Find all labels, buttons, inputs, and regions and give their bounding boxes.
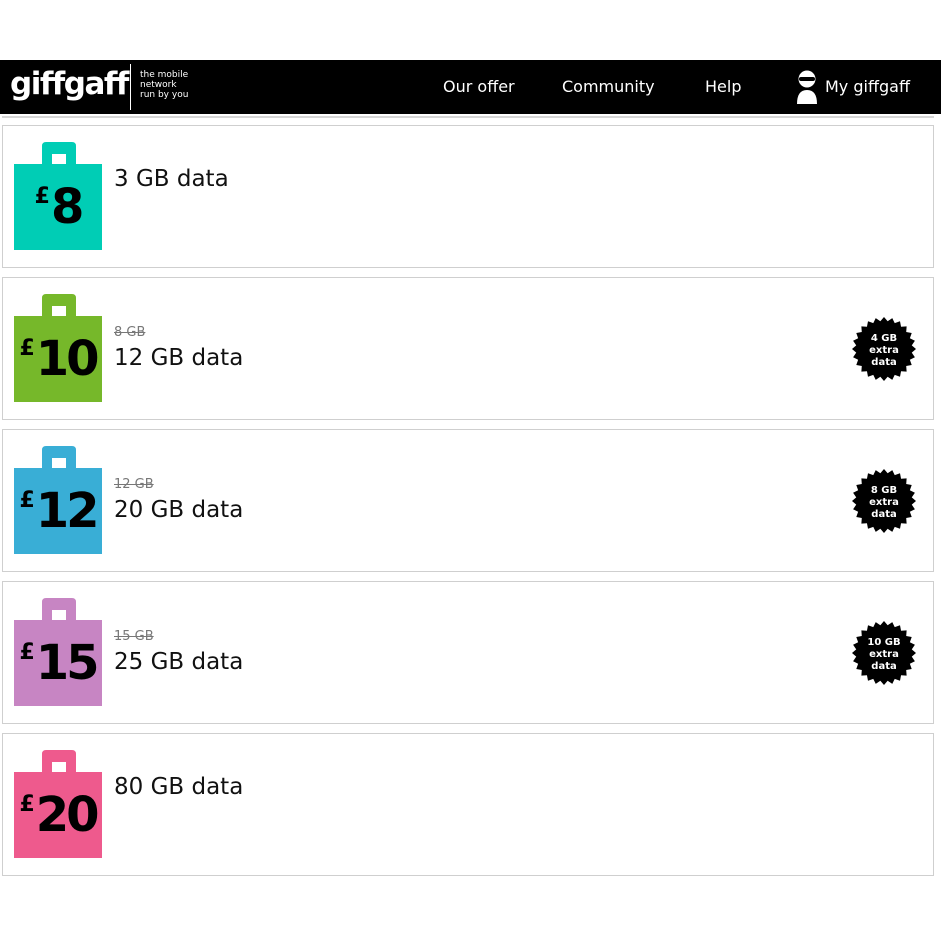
data-allowance: 80 GB data xyxy=(114,774,244,800)
plan-card[interactable]: £ 10 8 GB 12 GB data 4 GB extra data xyxy=(2,277,934,420)
currency-symbol: £ xyxy=(34,184,50,209)
badge-word-data: data xyxy=(871,661,897,672)
price-amount: 8 xyxy=(50,179,84,235)
user-avatar-icon xyxy=(795,70,819,104)
badge-word-extra: extra xyxy=(869,649,899,660)
plan-price: £ 20 xyxy=(14,778,102,852)
nav-our-offer[interactable]: Our offer xyxy=(443,76,515,98)
data-allowance: 12 GB data xyxy=(114,345,244,371)
price-bag-icon: £ 12 xyxy=(14,444,104,554)
tagline-line-2: network xyxy=(140,80,177,90)
price-bag-icon: £ 15 xyxy=(14,596,104,706)
currency-symbol: £ xyxy=(19,792,35,817)
plan-price: £ 10 xyxy=(14,322,102,396)
badge-word-extra: extra xyxy=(869,345,899,356)
price-bag-icon: £ 20 xyxy=(14,748,104,858)
plan-card[interactable]: £ 12 12 GB 20 GB data 8 GB extra data xyxy=(2,429,934,572)
top-navbar: giffgaff the mobile network run by you O… xyxy=(0,60,941,114)
price-bag-icon: £ 8 xyxy=(14,140,104,250)
plan-price: £ 15 xyxy=(14,626,102,700)
price-bag-icon: £ 10 xyxy=(14,292,104,402)
extra-data-badge: 4 GB extra data xyxy=(851,316,917,382)
plan-card[interactable]: £ 15 15 GB 25 GB data 10 GB extra data xyxy=(2,581,934,724)
badge-amount: 10 GB xyxy=(867,637,901,648)
previous-data-allowance: 12 GB xyxy=(114,477,154,492)
nav-my-giffgaff[interactable]: My giffgaff xyxy=(795,70,910,104)
data-allowance: 25 GB data xyxy=(114,649,244,675)
plan-price: £ 8 xyxy=(14,170,102,244)
price-amount: 20 xyxy=(35,787,100,843)
badge-amount: 8 GB xyxy=(870,485,898,496)
price-amount: 10 xyxy=(35,331,100,387)
price-amount: 12 xyxy=(35,483,100,539)
giffgaff-logo[interactable]: giffgaff xyxy=(10,66,129,102)
tagline: the mobile network run by you xyxy=(140,70,210,100)
currency-symbol: £ xyxy=(19,336,35,361)
tagline-line-3: run by you xyxy=(140,90,189,100)
badge-word-extra: extra xyxy=(869,497,899,508)
tagline-line-1: the mobile xyxy=(140,70,189,80)
previous-data-allowance: 8 GB xyxy=(114,325,146,340)
nav-help[interactable]: Help xyxy=(705,76,741,98)
data-allowance: 20 GB data xyxy=(114,497,244,523)
badge-word-data: data xyxy=(871,357,897,368)
extra-data-badge: 10 GB extra data xyxy=(851,620,917,686)
nav-community[interactable]: Community xyxy=(562,76,655,98)
plan-card[interactable]: £ 8 3 GB data xyxy=(2,125,934,268)
plan-price: £ 12 xyxy=(14,474,102,548)
previous-data-allowance: 15 GB xyxy=(114,629,154,644)
data-allowance: 3 GB data xyxy=(114,166,229,192)
price-amount: 15 xyxy=(35,635,100,691)
badge-amount: 4 GB xyxy=(870,333,898,344)
extra-data-badge: 8 GB extra data xyxy=(851,468,917,534)
divider xyxy=(2,116,934,118)
logo-divider xyxy=(130,64,131,110)
nav-my-giffgaff-label: My giffgaff xyxy=(825,77,910,96)
currency-symbol: £ xyxy=(19,640,35,665)
plan-card[interactable]: £ 20 80 GB data xyxy=(2,733,934,876)
currency-symbol: £ xyxy=(19,488,35,513)
badge-word-data: data xyxy=(871,509,897,520)
